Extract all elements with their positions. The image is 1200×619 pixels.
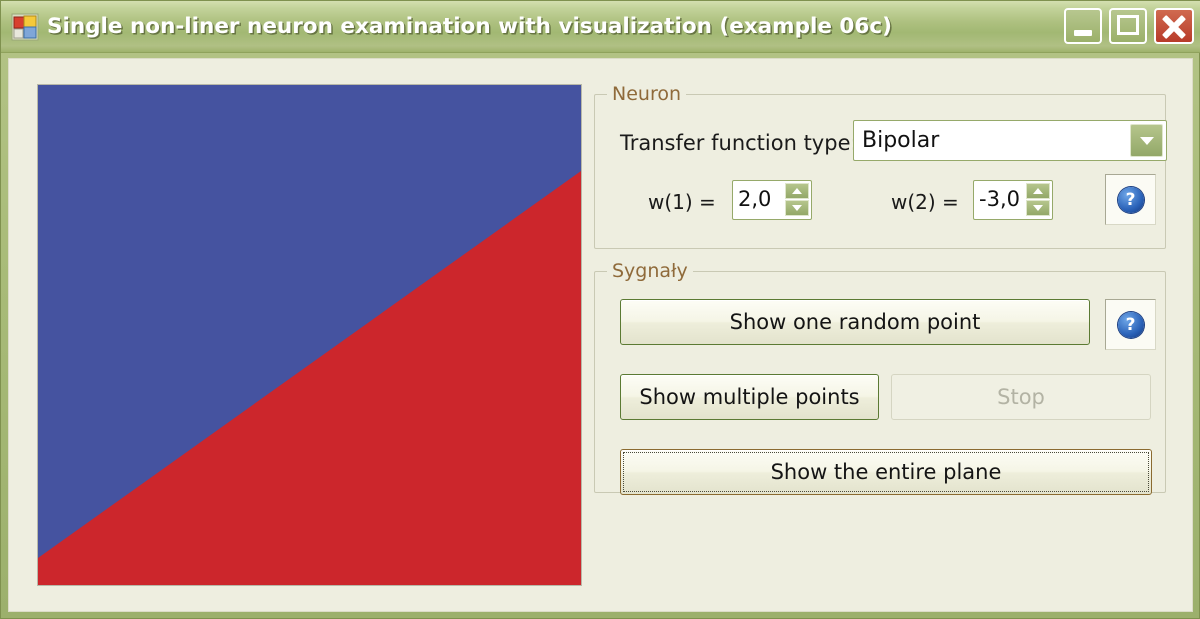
show-entire-plane-label: Show the entire plane: [770, 459, 1002, 484]
neuron-groupbox: Neuron Transfer function type: Bipolar w…: [594, 83, 1167, 249]
minimize-button[interactable]: [1064, 8, 1102, 44]
transfer-function-label: Transfer function type:: [620, 131, 858, 155]
help-icon-label: ?: [1125, 189, 1136, 210]
signals-groupbox: Sygnały Show one random point ? Show mul…: [594, 260, 1166, 495]
maximize-icon: [1117, 15, 1139, 35]
decision-plane-visualization[interactable]: [37, 84, 582, 586]
close-button[interactable]: [1154, 8, 1194, 44]
show-entire-plane-button[interactable]: Show the entire plane: [620, 449, 1152, 495]
show-one-random-point-label: Show one random point: [729, 309, 981, 334]
chevron-down-glyph: [1139, 136, 1154, 145]
caret-down-icon: [792, 205, 802, 211]
w2-decrement-button[interactable]: [1026, 200, 1050, 216]
show-one-random-point-button[interactable]: Show one random point: [620, 299, 1090, 345]
transfer-function-value: Bipolar: [862, 128, 940, 153]
minimize-icon: [1074, 30, 1092, 36]
help-icon: ?: [1117, 186, 1144, 213]
w2-stepper-buttons[interactable]: [1026, 183, 1050, 217]
window-title: Single non-liner neuron examination with…: [47, 14, 892, 39]
neuron-help-button[interactable]: ?: [1105, 174, 1156, 225]
show-multiple-points-button[interactable]: Show multiple points: [620, 374, 879, 420]
chevron-down-icon[interactable]: [1130, 124, 1163, 157]
form-icon: [11, 13, 39, 41]
help-icon-label: ?: [1125, 314, 1136, 335]
plot-canvas: [38, 85, 581, 585]
w2-increment-button[interactable]: [1026, 183, 1050, 199]
w2-label: w(2) =: [891, 190, 959, 214]
application-window: Single non-liner neuron examination with…: [0, 0, 1200, 619]
show-multiple-points-label: Show multiple points: [639, 384, 860, 409]
neuron-group-label: Neuron: [607, 83, 687, 105]
caret-down-icon: [1033, 205, 1043, 211]
caret-up-icon: [1033, 188, 1043, 194]
w1-stepper[interactable]: 2,0: [732, 180, 812, 220]
stop-button: Stop: [891, 374, 1151, 420]
stop-label: Stop: [997, 384, 1045, 409]
help-icon: ?: [1117, 311, 1144, 338]
signals-group-label: Sygnały: [607, 260, 693, 282]
maximize-button[interactable]: [1109, 8, 1147, 44]
title-bar[interactable]: Single non-liner neuron examination with…: [1, 1, 1200, 53]
signals-help-button[interactable]: ?: [1105, 299, 1156, 350]
transfer-function-select[interactable]: Bipolar: [853, 120, 1167, 161]
client-area: Neuron Transfer function type: Bipolar w…: [8, 58, 1193, 612]
w1-stepper-buttons[interactable]: [785, 183, 809, 217]
w1-label: w(1) =: [648, 190, 716, 214]
w2-value: -3,0: [979, 187, 1020, 211]
w2-stepper[interactable]: -3,0: [973, 180, 1053, 220]
w1-decrement-button[interactable]: [785, 200, 809, 216]
w1-value: 2,0: [738, 187, 772, 211]
w1-increment-button[interactable]: [785, 183, 809, 199]
caret-up-icon: [792, 188, 802, 194]
